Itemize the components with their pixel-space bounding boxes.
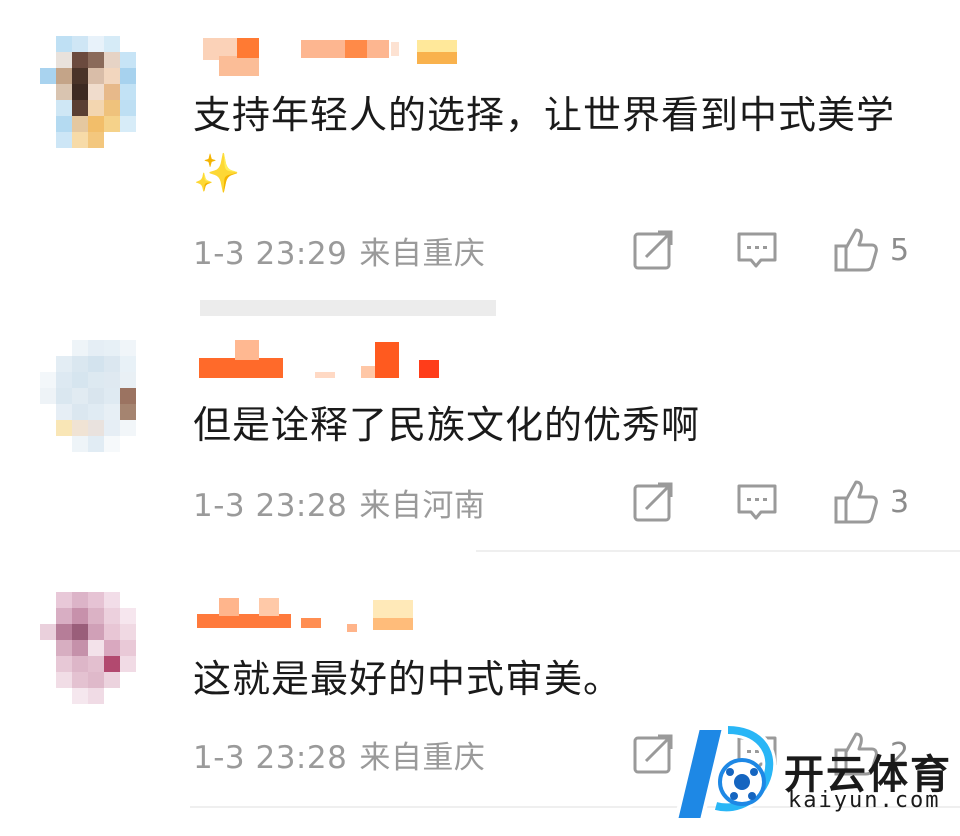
avatar[interactable] xyxy=(40,340,152,452)
comment-location: 来自重庆 xyxy=(359,236,486,272)
comment-text: 但是诠释了民族文化的优秀啊 xyxy=(193,403,701,447)
like-button[interactable]: 5 xyxy=(832,226,909,274)
username-pixelated[interactable] xyxy=(195,336,475,378)
share-icon xyxy=(633,230,673,270)
thumbs-up-icon xyxy=(834,228,878,272)
username-pixelated[interactable] xyxy=(195,594,475,634)
comment-location: 来自河南 xyxy=(359,488,486,524)
comment-location: 来自重庆 xyxy=(359,740,486,776)
comment-meta: 1-3 23:29 来自重庆 xyxy=(193,228,485,273)
divider xyxy=(200,300,496,316)
share-button[interactable] xyxy=(630,478,676,526)
like-button[interactable]: 3 xyxy=(832,478,909,526)
comment-time: 1-3 23:28 xyxy=(193,488,348,524)
comment-meta: 1-3 23:28 来自河南 xyxy=(193,480,485,525)
comment-meta: 1-3 23:28 来自重庆 xyxy=(193,732,485,777)
comment-icon xyxy=(737,232,777,268)
watermark: 开云体育 kaiyun.com xyxy=(668,720,958,830)
reply-button[interactable] xyxy=(734,478,780,526)
comment-time: 1-3 23:29 xyxy=(193,236,348,272)
share-icon xyxy=(633,482,673,522)
like-count: 5 xyxy=(890,232,910,268)
watermark-brand-en: kaiyun.com xyxy=(788,788,941,813)
thumbs-up-icon xyxy=(834,480,878,524)
comment-text: 支持年轻人的选择，让世界看到中式美学✨ xyxy=(193,93,896,195)
comment-icon xyxy=(737,484,777,520)
like-count: 3 xyxy=(890,484,910,520)
kaiyun-logo-icon xyxy=(673,723,777,822)
share-button[interactable] xyxy=(630,226,676,274)
comment-text: 这就是最好的中式审美。 xyxy=(193,657,623,701)
divider xyxy=(476,550,960,552)
avatar[interactable] xyxy=(40,36,152,148)
comment-time: 1-3 23:28 xyxy=(193,740,348,776)
comment-actions: 3 xyxy=(630,478,940,526)
username-pixelated[interactable] xyxy=(195,38,475,78)
comment-actions: 5 xyxy=(630,226,940,274)
reply-button[interactable] xyxy=(734,226,780,274)
avatar[interactable] xyxy=(40,592,152,704)
